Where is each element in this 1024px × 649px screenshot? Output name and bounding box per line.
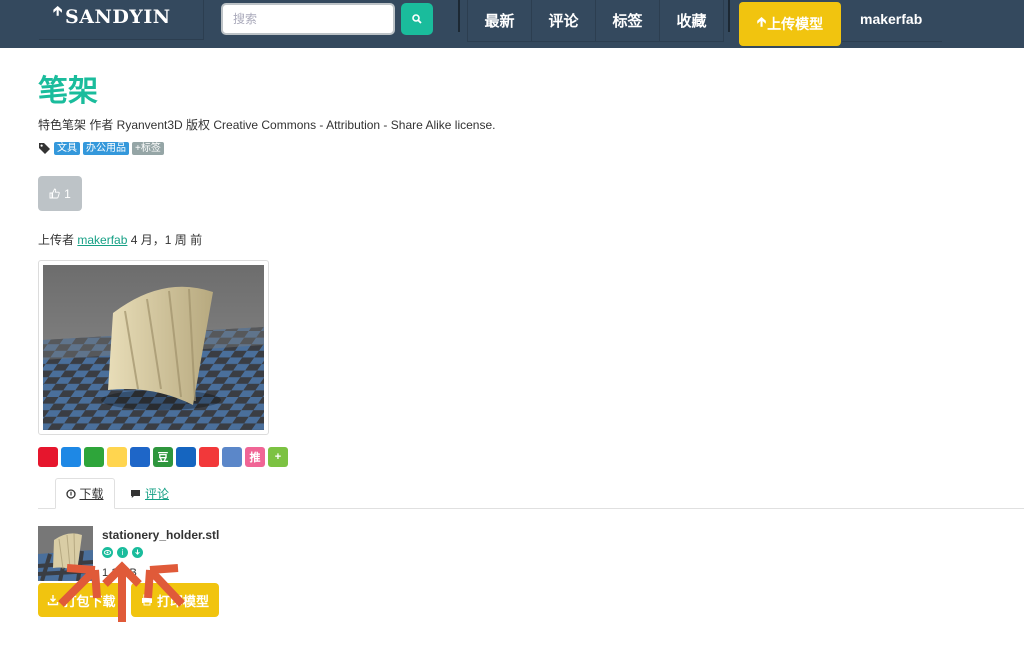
tuita-icon[interactable]: 推	[245, 447, 265, 467]
renren-icon[interactable]	[176, 447, 196, 467]
nav-divider	[458, 0, 460, 32]
comment-icon	[131, 489, 140, 498]
logo-arrow-icon: 🡱	[53, 4, 63, 19]
file-actions: i	[102, 547, 147, 558]
kaixin-icon[interactable]	[199, 447, 219, 467]
annotation-arrows	[58, 561, 185, 622]
like-button[interactable]: 1	[38, 176, 82, 211]
page-title: 笔架	[38, 75, 98, 108]
nav-tags[interactable]: 标签	[596, 0, 660, 41]
tab-comments[interactable]: 评论	[130, 478, 169, 509]
info-icon[interactable]: i	[117, 547, 128, 558]
share-buttons: 豆 推 +	[38, 447, 291, 467]
tab-download-label: 下载	[79, 487, 104, 501]
upload-time: 4 月，1 周 前	[130, 233, 203, 247]
search-icon	[412, 14, 422, 24]
user-menu[interactable]: makerfab	[860, 11, 922, 27]
qq-icon[interactable]	[107, 447, 127, 467]
tag-icon	[39, 143, 50, 154]
weibo-icon[interactable]	[38, 447, 58, 467]
tag-list: 文具 办公用品 +标签	[38, 142, 167, 155]
tab-download[interactable]: 下载	[55, 478, 115, 509]
more-share-icon[interactable]: +	[268, 447, 288, 467]
search-input[interactable]	[221, 3, 395, 35]
thumbs-up-icon	[49, 188, 60, 199]
download-circle-icon	[66, 488, 77, 499]
tag-stationery[interactable]: 文具	[54, 142, 80, 155]
upload-model-button[interactable]: 🡱 上传模型	[739, 2, 841, 46]
uploaded-by-label: 上传者	[38, 233, 75, 247]
arrow-up-right-icon	[144, 564, 185, 607]
nav-divider	[728, 0, 730, 32]
mail-icon[interactable]	[222, 447, 242, 467]
add-tag-button[interactable]: +标签	[132, 142, 164, 155]
uploader-link[interactable]: makerfab	[77, 233, 127, 247]
logo-text: SANDYIN	[65, 6, 171, 28]
upload-icon: 🡱	[756, 14, 767, 29]
upload-label: 上传模型	[767, 16, 824, 32]
tabs-divider	[38, 508, 1024, 509]
nav-comments[interactable]: 评论	[532, 0, 596, 41]
search-button[interactable]	[401, 3, 433, 35]
douban-icon[interactable]: 豆	[153, 447, 173, 467]
arrow-up-icon	[102, 561, 142, 622]
wechat-icon[interactable]	[84, 447, 104, 467]
like-count: 1	[64, 186, 71, 201]
view-icon[interactable]	[102, 547, 113, 558]
logo-container[interactable]: 🡱 SANDYIN	[39, 0, 204, 40]
tab-comments-label: 评论	[145, 487, 170, 501]
model-render-image	[43, 265, 264, 430]
star-icon[interactable]	[130, 447, 150, 467]
tag-office-supplies[interactable]: 办公用品	[83, 142, 129, 155]
main-nav: 最新 评论 标签 收藏	[467, 0, 724, 42]
file-name[interactable]: stationery_holder.stl	[102, 528, 219, 542]
navbar: 🡱 SANDYIN 最新 评论 标签 收藏 🡱 上传模型 makerfab	[0, 0, 1024, 48]
qzone-icon[interactable]	[61, 447, 81, 467]
site-logo[interactable]: 🡱 SANDYIN	[53, 4, 171, 28]
model-description: 特色笔架 作者 Ryanvent3D 版权 Creative Commons -…	[38, 118, 496, 132]
nav-favorites[interactable]: 收藏	[660, 0, 724, 41]
nav-latest[interactable]: 最新	[468, 0, 532, 41]
download-icon[interactable]	[132, 547, 143, 558]
arrow-up-left-icon	[58, 564, 101, 607]
uploader-info: 上传者 makerfab 4 月，1 周 前	[38, 231, 202, 248]
nav-underline	[842, 41, 942, 42]
model-preview[interactable]	[38, 260, 269, 435]
